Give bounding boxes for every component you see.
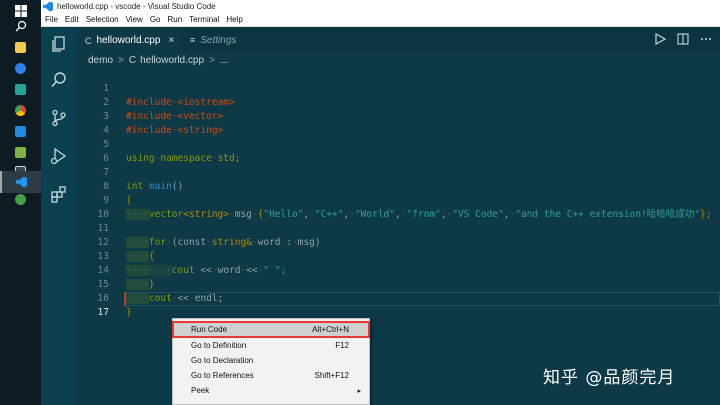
tab-label: helloworld.cpp [96, 35, 161, 46]
editor-actions [654, 33, 712, 45]
menu-selection[interactable]: Selection [86, 15, 119, 24]
code-line: 8 { [77, 166, 720, 206]
peek-menu-item[interactable]: Peek ▸ [173, 383, 369, 398]
menu-terminal[interactable]: Terminal [189, 15, 219, 24]
settings-file-icon: ≡ [190, 35, 196, 45]
code-token: } [126, 307, 132, 318]
run-code-menu-item[interactable]: Run Code Alt+Ctrl+N [172, 321, 370, 338]
code-line: 16 } [77, 278, 720, 318]
menu-item-label: Peek [191, 386, 210, 395]
menu-item-shortcut: Shift+F12 [314, 371, 349, 380]
go-to-references-menu-item[interactable]: Go to References Shift+F12 [173, 368, 369, 383]
menu-view[interactable]: View [126, 15, 143, 24]
menu-item-label: Go to Definition [191, 341, 247, 350]
cpp-file-icon: C [85, 35, 92, 46]
app-icon[interactable] [0, 57, 41, 79]
tab-helloworld-cpp[interactable]: C helloworld.cpp × [77, 27, 182, 53]
code-line: 15 ····cout·<<·endl; [77, 264, 720, 304]
activity-bar [41, 27, 77, 405]
code-line: 17 [77, 292, 720, 318]
code-line: 9 ····vector<string>·msg·{"Hello",·"C++"… [77, 180, 720, 220]
tab-settings[interactable]: ≡ Settings [182, 27, 280, 53]
code-line: 10 [77, 194, 720, 220]
cpp-file-icon: C [128, 55, 137, 66]
code-line: 11 ····for·(const·string&·word·:·msg) [77, 208, 720, 248]
window-title: helloworld.cpp - vscode - Visual Studio … [57, 2, 216, 11]
split-editor-icon[interactable] [677, 33, 689, 45]
menu-item-label: Go to Declaration [191, 356, 254, 365]
chrome-icon[interactable] [0, 99, 41, 121]
bing-icon[interactable] [0, 78, 41, 100]
breadcrumb-file[interactable]: helloworld.cpp [140, 55, 204, 66]
code-line: 12 ····{ [77, 222, 720, 262]
menu-help[interactable]: Help [226, 15, 242, 24]
menu-file[interactable]: File [45, 15, 58, 24]
code-line: 5 using·namespace·std; [77, 124, 720, 164]
wechat-icon[interactable] [0, 188, 41, 210]
search-icon[interactable] [50, 71, 68, 89]
breadcrumb: demo > C helloworld.cpp > ... [77, 53, 720, 68]
menu-item-label: Run Code [191, 325, 228, 334]
breadcrumb-folder[interactable]: demo [88, 55, 113, 66]
windows-taskbar [0, 0, 41, 405]
search-icon[interactable] [0, 15, 41, 37]
code-line: 6 [77, 138, 720, 164]
code-line: 3 #include·<string> [77, 96, 720, 136]
tab-label: Settings [200, 34, 237, 46]
menu-item-label: Go to References [191, 371, 254, 380]
chevron-right-icon: > [209, 55, 215, 66]
file-explorer-icon[interactable] [0, 36, 41, 58]
explorer-icon[interactable] [50, 35, 68, 53]
run-icon[interactable] [654, 33, 666, 45]
code-line: 2 #include·<vector> [77, 82, 720, 122]
app-icon[interactable] [0, 120, 41, 142]
go-to-definition-menu-item[interactable]: Go to Definition F12 [173, 338, 369, 353]
code-line: 14 ····} [77, 250, 720, 290]
code-line: 7 int·main() [77, 152, 720, 192]
context-menu: Run Code Alt+Ctrl+N Go to Definition F12… [172, 318, 370, 405]
breadcrumb-symbol[interactable]: ... [220, 55, 228, 66]
chevron-right-icon: > [118, 55, 124, 66]
watermark: 知乎 @品颜完月 [543, 368, 676, 388]
menu-bar: File Edit Selection View Go Run Terminal… [41, 13, 720, 27]
close-icon[interactable]: × [168, 35, 174, 46]
menu-edit[interactable]: Edit [65, 15, 79, 24]
menu-run[interactable]: Run [167, 15, 182, 24]
menu-item-shortcut: Alt+Ctrl+N [312, 325, 349, 334]
title-bar: helloworld.cpp - vscode - Visual Studio … [41, 0, 720, 13]
vscode-logo-icon [43, 1, 53, 12]
chevron-right-icon: ▸ [357, 387, 361, 395]
menu-item-shortcut: F12 [335, 341, 349, 350]
source-control-icon[interactable] [50, 109, 68, 127]
line-number: 17 [97, 307, 109, 318]
more-actions-icon[interactable] [700, 33, 712, 45]
go-to-declaration-menu-item[interactable]: Go to Declaration [173, 353, 369, 368]
tab-bar: C helloworld.cpp × ≡ Settings [77, 27, 720, 53]
code-line: 13 ········cout·<<·word·<<·" "; [77, 236, 720, 276]
run-debug-icon[interactable] [50, 147, 68, 165]
code-line: 1 #include·<iostream> [77, 68, 720, 108]
code-line: 4 [77, 110, 720, 136]
extensions-icon[interactable] [50, 185, 68, 203]
menu-go[interactable]: Go [150, 15, 161, 24]
